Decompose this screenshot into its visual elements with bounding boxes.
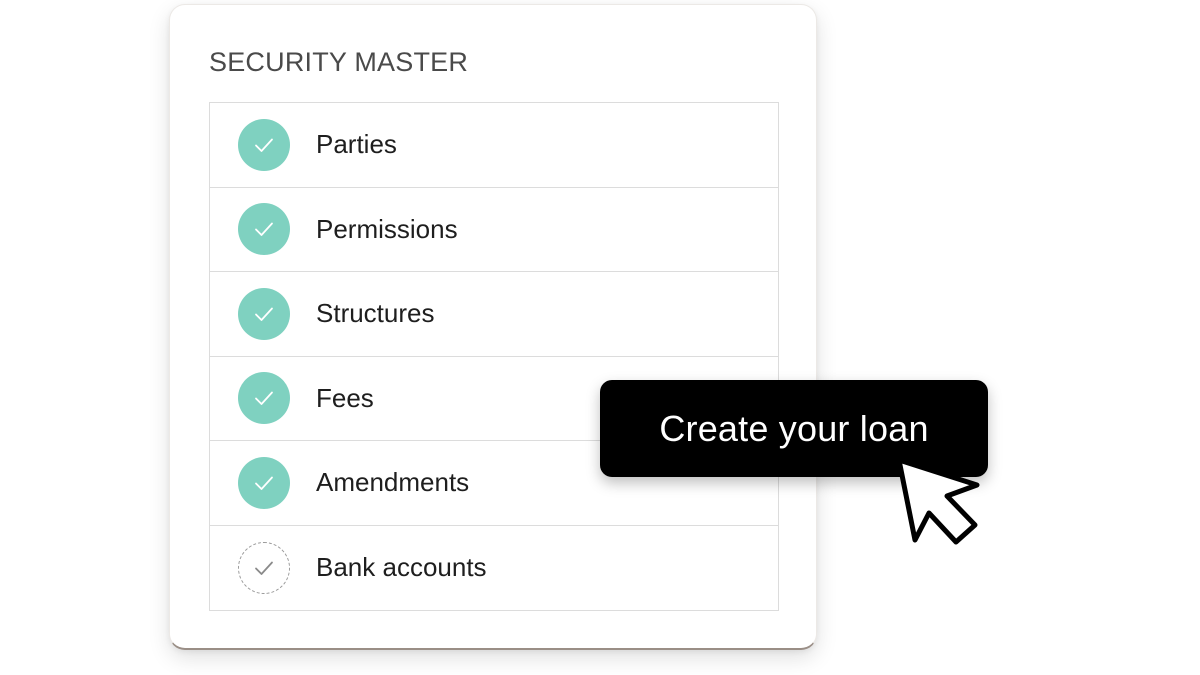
- checklist-item-label: Permissions: [316, 213, 458, 244]
- check-circle-icon: [238, 203, 290, 256]
- security-master-card: SECURITY MASTER Parties Permissions Stru…: [169, 4, 817, 650]
- check-circle-icon: [238, 118, 290, 171]
- checklist-item-label: Bank accounts: [316, 552, 487, 583]
- checklist-item-permissions[interactable]: Permissions: [210, 188, 778, 272]
- stage: SECURITY MASTER Parties Permissions Stru…: [0, 0, 1200, 675]
- checklist-item-label: Parties: [316, 129, 397, 160]
- check-circle-icon: [238, 287, 290, 340]
- checklist-item-label: Structures: [316, 298, 435, 329]
- checklist-item-label: Amendments: [316, 467, 470, 498]
- checklist-item-parties[interactable]: Parties: [210, 103, 778, 188]
- card-title: SECURITY MASTER: [209, 47, 469, 77]
- checklist-item-bank-accounts[interactable]: Bank accounts: [210, 526, 778, 611]
- checklist-item-structures[interactable]: Structures: [210, 272, 778, 357]
- check-circle-icon: [238, 456, 290, 509]
- check-circle-icon: [238, 372, 290, 425]
- mouse-pointer-icon: [896, 457, 980, 545]
- checklist-item-label: Fees: [316, 382, 374, 413]
- checklist: Parties Permissions Structures Fees Amen…: [209, 102, 779, 611]
- dashed-check-circle-icon: [238, 541, 290, 594]
